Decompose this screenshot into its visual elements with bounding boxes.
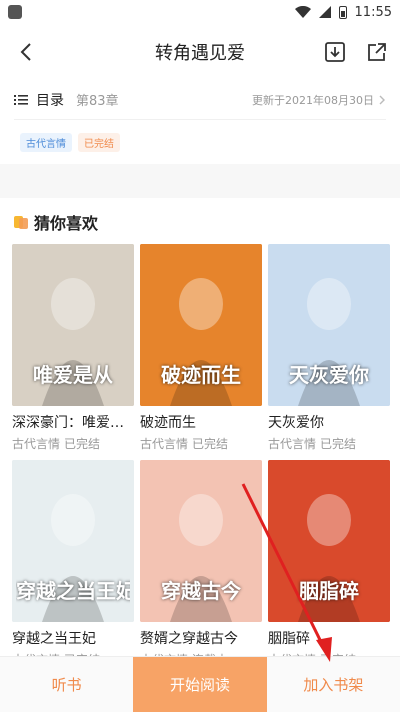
book-status: 已完结 <box>64 437 101 451</box>
cover-title: 胭脂碎 <box>299 579 359 603</box>
cover-title: 唯爱是从 <box>33 363 113 387</box>
status-time: 11:55 <box>354 4 392 20</box>
book-title[interactable]: 赘婿之穿越古今 <box>140 628 262 648</box>
book-cover[interactable]: 穿越之当王妃 <box>12 460 134 622</box>
book-cover[interactable]: 穿越古今 <box>140 460 262 622</box>
book-meta: 古代言情已完结 <box>268 435 390 452</box>
tag-list: 古代言情 已完结 <box>0 120 400 164</box>
back-button[interactable] <box>12 38 40 66</box>
tag-status: 已完结 <box>78 132 120 152</box>
cover-title: 破迹而生 <box>161 363 241 387</box>
section-divider <box>0 164 400 198</box>
toc-chapter: 第83章 <box>76 94 119 109</box>
book-card[interactable]: 天灰爱你 天灰爱你 古代言情 已完结 <box>268 244 390 452</box>
recommend-header: 猜你喜欢 <box>0 202 400 242</box>
book-card[interactable]: 破迹而生 破迹而生 古代言情 已完结 <box>140 244 262 452</box>
book-cover[interactable]: 破迹而生 <box>140 244 262 406</box>
book-category: 古代言情 <box>12 437 61 451</box>
book-meta: 古代言情已完结 <box>12 435 134 452</box>
wifi-icon <box>294 6 311 18</box>
list-icon <box>14 94 28 105</box>
notification-icon <box>8 5 22 19</box>
book-title[interactable]: 穿越之当王妃 <box>12 628 134 648</box>
updated-date: 更新于2021年08月30日 <box>252 93 374 107</box>
toc-entry[interactable]: 目录 第83章 <box>14 90 119 110</box>
listen-button[interactable]: 听书 <box>0 657 133 712</box>
book-title[interactable]: 破迹而生 <box>140 412 262 432</box>
toc-row[interactable]: 目录 第83章 更新于2021年08月30日 <box>14 80 386 120</box>
status-icons: 11:55 <box>294 4 392 20</box>
book-card[interactable]: 唯爱是从 深深豪门：唯爱是从 古代言情 已完结 <box>12 244 134 452</box>
recommend-mark-icon <box>14 215 28 229</box>
book-title[interactable]: 深深豪门：唯爱是从 <box>12 412 134 432</box>
book-title[interactable]: 胭脂碎 <box>268 628 390 648</box>
book-status: 已完结 <box>192 437 229 451</box>
start-reading-button[interactable]: 开始阅读 <box>133 657 267 712</box>
chevron-right-icon <box>379 95 385 104</box>
toc-updated: 更新于2021年08月30日 <box>252 92 386 108</box>
cover-title: 穿越之当王妃 <box>16 579 130 603</box>
book-category: 古代言情 <box>140 437 189 451</box>
book-title[interactable]: 天灰爱你 <box>268 412 390 432</box>
book-card[interactable]: 穿越古今赘婿之穿越古今古代言情连载中 <box>140 460 262 668</box>
book-category: 古代言情 <box>268 437 317 451</box>
bottom-bar: 听书 开始阅读 加入书架 <box>0 656 400 712</box>
recommend-title: 猜你喜欢 <box>34 214 99 233</box>
chevron-left-icon <box>20 43 31 61</box>
book-cover[interactable]: 唯爱是从 <box>12 244 134 406</box>
signal-icon <box>318 6 331 18</box>
toc-label: 目录 <box>36 92 64 109</box>
book-meta: 古代言情已完结 <box>140 435 262 452</box>
recommend-grid: 唯爱是从 深深豪门：唯爱是从 古代言情 已完结 破迹而生 破迹而生 古代言情 已完结 天灰爱你天… <box>0 244 400 668</box>
cover-title: 穿越古今 <box>161 579 241 603</box>
cover-title: 天灰爱你 <box>289 363 369 387</box>
header: 转角遇见爱 <box>0 24 400 80</box>
tag-genre: 古代言情 <box>20 132 72 152</box>
status-bar: 11:55 <box>0 0 400 24</box>
header-actions <box>324 41 388 63</box>
book-cover[interactable]: 天灰爱你 <box>268 244 390 406</box>
book-card[interactable]: 穿越之当王妃穿越之当王妃古代言情已完结 <box>12 460 134 668</box>
share-icon[interactable] <box>366 41 388 63</box>
book-cover[interactable]: 胭脂碎 <box>268 460 390 622</box>
add-to-shelf-button[interactable]: 加入书架 <box>267 657 400 712</box>
battery-icon <box>338 5 347 19</box>
download-icon[interactable] <box>324 41 346 63</box>
book-status: 已完结 <box>320 437 357 451</box>
book-card[interactable]: 胭脂碎胭脂碎古代言情已完结 <box>268 460 390 668</box>
